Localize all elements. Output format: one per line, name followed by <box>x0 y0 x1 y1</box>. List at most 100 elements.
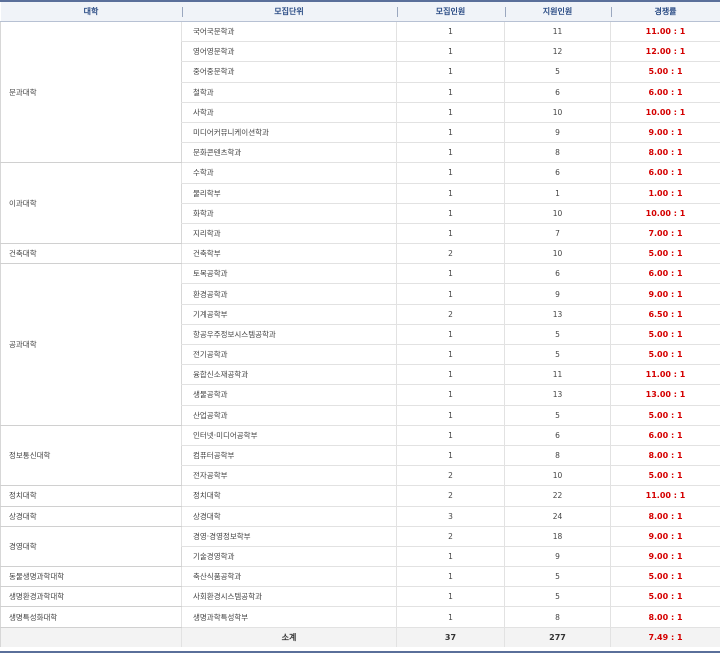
competition-table: 대학 모집단위 모집인원 지원인원 경쟁률 문과대학 국어국문학과 1 11 11.00… <box>0 2 720 647</box>
applicants-value: 6 <box>504 82 611 103</box>
applicants-value: 10 <box>504 203 611 224</box>
ratio-value: 6.00 : 1 <box>610 263 720 285</box>
unit-name: 정치대학 <box>181 485 397 507</box>
ratio-value: 11.00 : 1 <box>610 485 720 507</box>
applicants-value: 5 <box>504 344 611 366</box>
quota-value: 1 <box>396 283 505 305</box>
unit-name: 철학과 <box>181 82 397 103</box>
table-row: 생명특성화대학 생명과학특성학부 1 8 8.00 : 1 <box>0 606 720 628</box>
unit-name: 지리학과 <box>181 223 397 245</box>
quota-value: 1 <box>396 102 505 123</box>
ratio-value: 6.50 : 1 <box>610 304 720 325</box>
applicants-value: 6 <box>504 425 611 446</box>
header-unit: 모집단위 <box>181 2 397 22</box>
applicants-value: 8 <box>504 445 611 467</box>
quota-value: 1 <box>396 41 505 63</box>
unit-name: 중어중문학과 <box>181 61 397 83</box>
quota-value: 1 <box>396 203 505 224</box>
quota-value: 3 <box>396 506 505 527</box>
table-row: 정보통신대학 인터넷·미디어공학부 1 6 6.00 : 1 <box>0 425 720 487</box>
quota-value: 1 <box>396 122 505 144</box>
quota-value: 1 <box>396 223 505 245</box>
college-name: 이과대학 <box>0 162 182 245</box>
ratio-value: 10.00 : 1 <box>610 203 720 224</box>
total-empty <box>0 627 182 647</box>
applicants-value: 5 <box>504 586 611 608</box>
table-row: 정치대학 정치대학 2 22 11.00 : 1 <box>0 485 720 507</box>
table-header-row: 대학 모집단위 모집인원 지원인원 경쟁률 <box>0 2 720 22</box>
table-row: 문과대학 국어국문학과 1 11 11.00 : 1 <box>0 21 720 164</box>
quota-value: 1 <box>396 263 505 285</box>
college-name: 정치대학 <box>0 485 182 507</box>
unit-name: 경영·경영정보학부 <box>181 526 397 547</box>
applicants-value: 22 <box>504 485 611 507</box>
header-ratio: 경쟁률 <box>610 2 720 22</box>
ratio-value: 9.00 : 1 <box>610 526 720 547</box>
quota-value: 1 <box>396 21 505 43</box>
college-name: 문과대학 <box>0 21 182 164</box>
quota-value: 1 <box>396 364 505 386</box>
applicants-value: 5 <box>504 566 611 588</box>
quota-value: 1 <box>396 61 505 83</box>
unit-name: 미디어커뮤니케이션학과 <box>181 122 397 144</box>
college-name: 상경대학 <box>0 506 182 527</box>
header-applicants: 지원인원 <box>504 2 611 22</box>
ratio-value: 7.00 : 1 <box>610 223 720 245</box>
ratio-value: 5.00 : 1 <box>610 324 720 346</box>
quota-value: 1 <box>396 445 505 467</box>
header-college: 대학 <box>0 2 182 22</box>
ratio-value: 12.00 : 1 <box>610 41 720 63</box>
applicants-value: 8 <box>504 142 611 164</box>
ratio-value: 6.00 : 1 <box>610 425 720 446</box>
unit-name: 인터넷·미디어공학부 <box>181 425 397 446</box>
table-row: 경영대학 경영·경영정보학부 2 18 9.00 : 1 <box>0 526 720 568</box>
quota-value: 1 <box>396 324 505 346</box>
ratio-value: 9.00 : 1 <box>610 283 720 305</box>
unit-name: 기계공학부 <box>181 304 397 325</box>
table-body: 문과대학 국어국문학과 1 11 11.00 : 1 영어영문학과 1 12 12.00 : 1… <box>0 21 720 647</box>
ratio-value: 5.00 : 1 <box>610 243 720 265</box>
quota-value: 1 <box>396 142 505 164</box>
table-row: 건축대학 건축학부 2 10 5.00 : 1 <box>0 243 720 265</box>
unit-name: 영어영문학과 <box>181 41 397 63</box>
table-row: 생명환경과학대학 사회환경시스템공학과 1 5 5.00 : 1 <box>0 586 720 608</box>
unit-name: 환경공학과 <box>181 283 397 305</box>
quota-value: 1 <box>396 162 505 184</box>
applicants-value: 7 <box>504 223 611 245</box>
ratio-value: 5.00 : 1 <box>610 586 720 608</box>
total-label: 소계 <box>181 627 397 647</box>
table-row: 동물생명과학대학 축산식품공학과 1 5 5.00 : 1 <box>0 566 720 588</box>
applicants-value: 24 <box>504 506 611 527</box>
ratio-value: 11.00 : 1 <box>610 364 720 386</box>
unit-name: 건축학부 <box>181 243 397 265</box>
unit-name: 화학과 <box>181 203 397 224</box>
total-row: 소계 37 277 7.49 : 1 <box>0 627 720 647</box>
ratio-value: 5.00 : 1 <box>610 344 720 366</box>
unit-name: 융합신소재공학과 <box>181 364 397 386</box>
table-row: 공과대학 토목공학과 1 6 6.00 : 1 <box>0 263 720 426</box>
ratio-value: 5.00 : 1 <box>610 465 720 487</box>
unit-name: 토목공학과 <box>181 263 397 285</box>
unit-name: 사회환경시스템공학과 <box>181 586 397 608</box>
applicants-value: 9 <box>504 122 611 144</box>
college-name: 경영대학 <box>0 526 182 568</box>
ratio-value: 8.00 : 1 <box>610 506 720 527</box>
quota-value: 1 <box>396 566 505 588</box>
quota-value: 1 <box>396 405 505 426</box>
applicants-value: 5 <box>504 405 611 426</box>
college-name: 건축대학 <box>0 243 182 265</box>
applicants-value: 9 <box>504 283 611 305</box>
unit-name: 문화콘텐츠학과 <box>181 142 397 164</box>
quota-value: 2 <box>396 465 505 487</box>
ratio-value: 5.00 : 1 <box>610 61 720 83</box>
applicants-value: 10 <box>504 243 611 265</box>
quota-value: 2 <box>396 526 505 547</box>
ratio-value: 9.00 : 1 <box>610 546 720 568</box>
college-name: 정보통신대학 <box>0 425 182 487</box>
quota-value: 2 <box>396 304 505 325</box>
quota-value: 1 <box>396 606 505 628</box>
unit-name: 사학과 <box>181 102 397 123</box>
ratio-value: 13.00 : 1 <box>610 384 720 406</box>
quota-value: 2 <box>396 243 505 265</box>
applicants-value: 11 <box>504 21 611 43</box>
